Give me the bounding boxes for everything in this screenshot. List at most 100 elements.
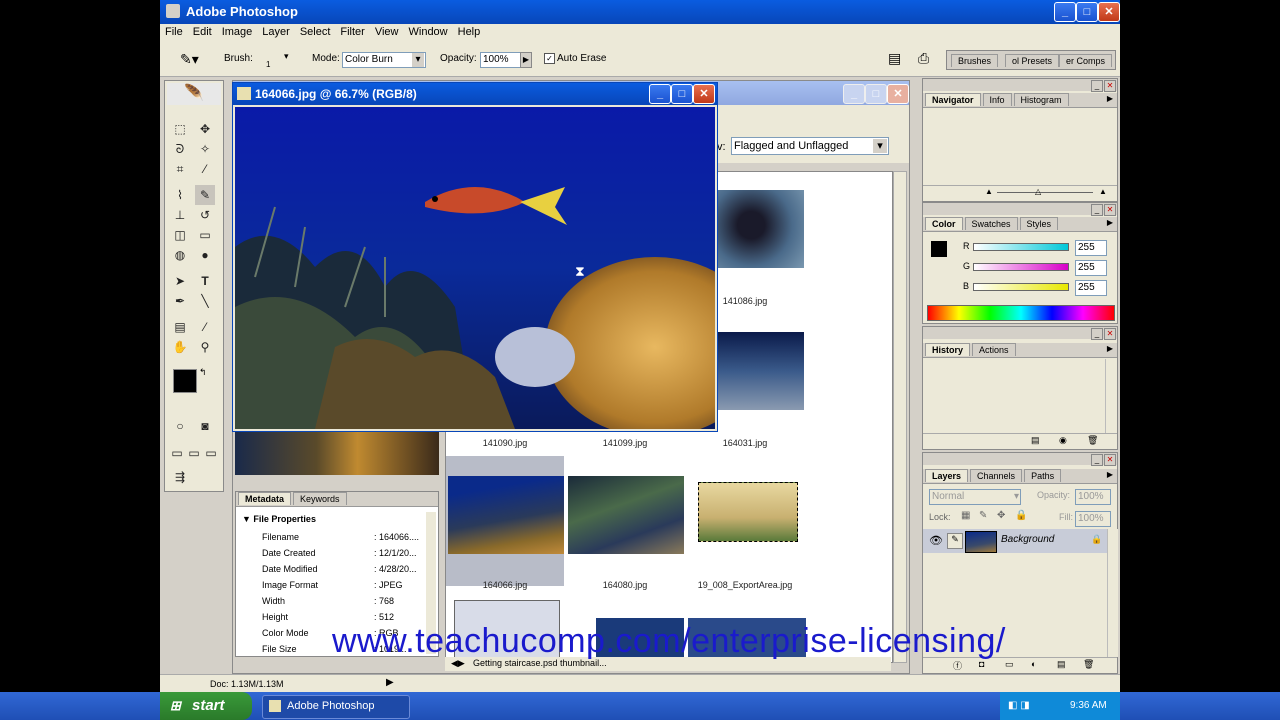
tab-actions[interactable]: Actions: [972, 343, 1016, 356]
layer-group-icon[interactable]: ▭: [1005, 659, 1014, 670]
foreground-color-swatch[interactable]: [173, 369, 197, 393]
minimize-button[interactable]: _: [1054, 2, 1076, 22]
blend-mode-select[interactable]: Normal ▾: [929, 489, 1021, 505]
blue-slider[interactable]: [973, 283, 1069, 291]
menu-view[interactable]: View: [370, 24, 404, 40]
fill-field[interactable]: 100%: [1075, 511, 1111, 527]
adjustment-layer-icon[interactable]: ◐: [1031, 659, 1036, 669]
tab-paths[interactable]: Paths: [1024, 469, 1062, 482]
type-tool-icon[interactable]: T: [195, 271, 215, 291]
palette-close-button[interactable]: ✕: [1104, 328, 1116, 340]
menu-image[interactable]: Image: [217, 24, 258, 40]
tab-navigator[interactable]: Navigator: [925, 93, 981, 106]
brush-size[interactable]: 1: [266, 60, 270, 69]
delete-layer-icon[interactable]: 🗑: [1083, 659, 1094, 670]
menu-layer[interactable]: Layer: [257, 24, 295, 40]
palette-well-icon[interactable]: ⎙: [918, 50, 929, 67]
brush-dropdown-icon[interactable]: ▾: [284, 51, 289, 62]
palette-minimize-button[interactable]: _: [1091, 204, 1103, 216]
blur-tool-icon[interactable]: ◍: [170, 245, 190, 265]
lock-paint-icon[interactable]: ✎: [979, 510, 987, 521]
tab-info[interactable]: Info: [982, 93, 1012, 106]
layer-row-background[interactable]: 👁 ✎ Background 🔒: [923, 529, 1107, 553]
jump-to-imageready-icon[interactable]: ⇶: [170, 467, 190, 487]
eye-visibility-icon[interactable]: 👁: [929, 534, 943, 547]
history-scrollbar[interactable]: [1105, 359, 1116, 433]
mode-select[interactable]: Color Burn ▾: [342, 52, 426, 68]
file-properties-section[interactable]: ▼ File Properties: [242, 514, 316, 524]
tab-keywords[interactable]: Keywords: [293, 492, 347, 505]
thumbnail-image[interactable]: [716, 332, 804, 410]
move-tool-icon[interactable]: ✥: [195, 119, 215, 139]
brush-link-icon[interactable]: ✎: [947, 533, 963, 549]
palette-minimize-button[interactable]: _: [1091, 454, 1103, 466]
maximize-button[interactable]: □: [1076, 2, 1098, 22]
pencil-tool-preset-icon[interactable]: ✎▾: [180, 51, 199, 68]
tray-icons[interactable]: ◧ ◨: [1008, 700, 1030, 711]
lock-position-icon[interactable]: ✥: [997, 510, 1005, 521]
thumbnail-image[interactable]: [568, 476, 684, 554]
eyedropper-tool-icon[interactable]: ⁄: [195, 317, 215, 337]
file-browser-close-button[interactable]: ✕: [887, 84, 909, 104]
palette-minimize-button[interactable]: _: [1091, 80, 1103, 92]
menu-edit[interactable]: Edit: [188, 24, 217, 40]
file-browser-icon[interactable]: ▤: [888, 50, 901, 67]
document-canvas[interactable]: [235, 107, 715, 429]
dodge-tool-icon[interactable]: ●: [195, 245, 215, 265]
opacity-slider-arrow-icon[interactable]: ▶: [520, 52, 532, 68]
document-minimize-button[interactable]: _: [649, 84, 671, 104]
feather-logo-icon[interactable]: 🪶: [167, 83, 221, 105]
layers-scrollbar[interactable]: [1107, 529, 1118, 657]
tab-metadata[interactable]: Metadata: [238, 492, 292, 505]
hand-tool-icon[interactable]: ✋: [170, 337, 190, 357]
delete-state-icon[interactable]: 🗑: [1087, 435, 1098, 446]
crop-tool-icon[interactable]: ⌗: [170, 159, 190, 179]
file-browser-minimize-button[interactable]: _: [843, 84, 865, 104]
eraser-tool-icon[interactable]: ◫: [170, 225, 190, 245]
new-document-from-state-icon[interactable]: ▤: [1031, 435, 1040, 446]
palette-close-button[interactable]: ✕: [1104, 204, 1116, 216]
palette-close-button[interactable]: ✕: [1104, 80, 1116, 92]
gradient-tool-icon[interactable]: ▭: [195, 225, 215, 245]
palette-menu-arrow-icon[interactable]: ▶: [1107, 470, 1113, 479]
thumbnail-image[interactable]: [698, 482, 798, 542]
zoom-out-icon[interactable]: ▲: [985, 187, 993, 196]
tab-histogram[interactable]: Histogram: [1013, 93, 1069, 106]
clone-stamp-tool-icon[interactable]: ⊥: [170, 205, 190, 225]
palette-menu-arrow-icon[interactable]: ▶: [1107, 218, 1113, 227]
magic-wand-tool-icon[interactable]: ✧: [195, 139, 215, 159]
pen-tool-icon[interactable]: ✒: [170, 291, 190, 311]
zoom-slider-thumb-icon[interactable]: △: [1035, 187, 1041, 196]
auto-erase-checkbox[interactable]: ✓: [544, 53, 555, 64]
well-tab-layer-comps[interactable]: er Comps: [1059, 54, 1113, 67]
menu-file[interactable]: File: [160, 24, 188, 40]
show-filter-select[interactable]: Flagged and Unflagged ▾: [731, 137, 889, 155]
green-slider[interactable]: [973, 263, 1069, 271]
line-tool-icon[interactable]: ╲: [195, 291, 215, 311]
healing-brush-tool-icon[interactable]: ⌇: [170, 185, 190, 205]
menu-filter[interactable]: Filter: [335, 24, 369, 40]
color-ramp[interactable]: [927, 305, 1115, 321]
menu-help[interactable]: Help: [453, 24, 486, 40]
path-selection-tool-icon[interactable]: ➤: [170, 271, 190, 291]
screen-mode-full-icon[interactable]: ▭: [201, 443, 221, 463]
palette-menu-arrow-icon[interactable]: ▶: [1107, 94, 1113, 103]
swap-colors-icon[interactable]: ↰: [199, 367, 207, 378]
new-layer-icon[interactable]: ▤: [1057, 659, 1066, 670]
red-value-field[interactable]: 255: [1075, 240, 1107, 256]
zoom-tool-icon[interactable]: ⚲: [195, 337, 215, 357]
tab-channels[interactable]: Channels: [970, 469, 1023, 482]
slice-tool-icon[interactable]: ⁄: [195, 159, 215, 179]
new-snapshot-icon[interactable]: ◉: [1059, 435, 1067, 446]
status-menu-arrow-icon[interactable]: ▶: [386, 677, 394, 688]
lock-transparency-icon[interactable]: ▦: [961, 510, 970, 521]
tab-history[interactable]: History: [925, 343, 971, 356]
marquee-tool-icon[interactable]: ⬚: [170, 119, 190, 139]
quick-mask-mode-icon[interactable]: ◙: [195, 416, 215, 436]
blue-value-field[interactable]: 255: [1075, 280, 1107, 296]
green-value-field[interactable]: 255: [1075, 260, 1107, 276]
tab-color[interactable]: Color: [925, 217, 963, 230]
red-slider[interactable]: [973, 243, 1069, 251]
document-close-button[interactable]: ✕: [693, 84, 715, 104]
document-maximize-button[interactable]: □: [671, 84, 693, 104]
